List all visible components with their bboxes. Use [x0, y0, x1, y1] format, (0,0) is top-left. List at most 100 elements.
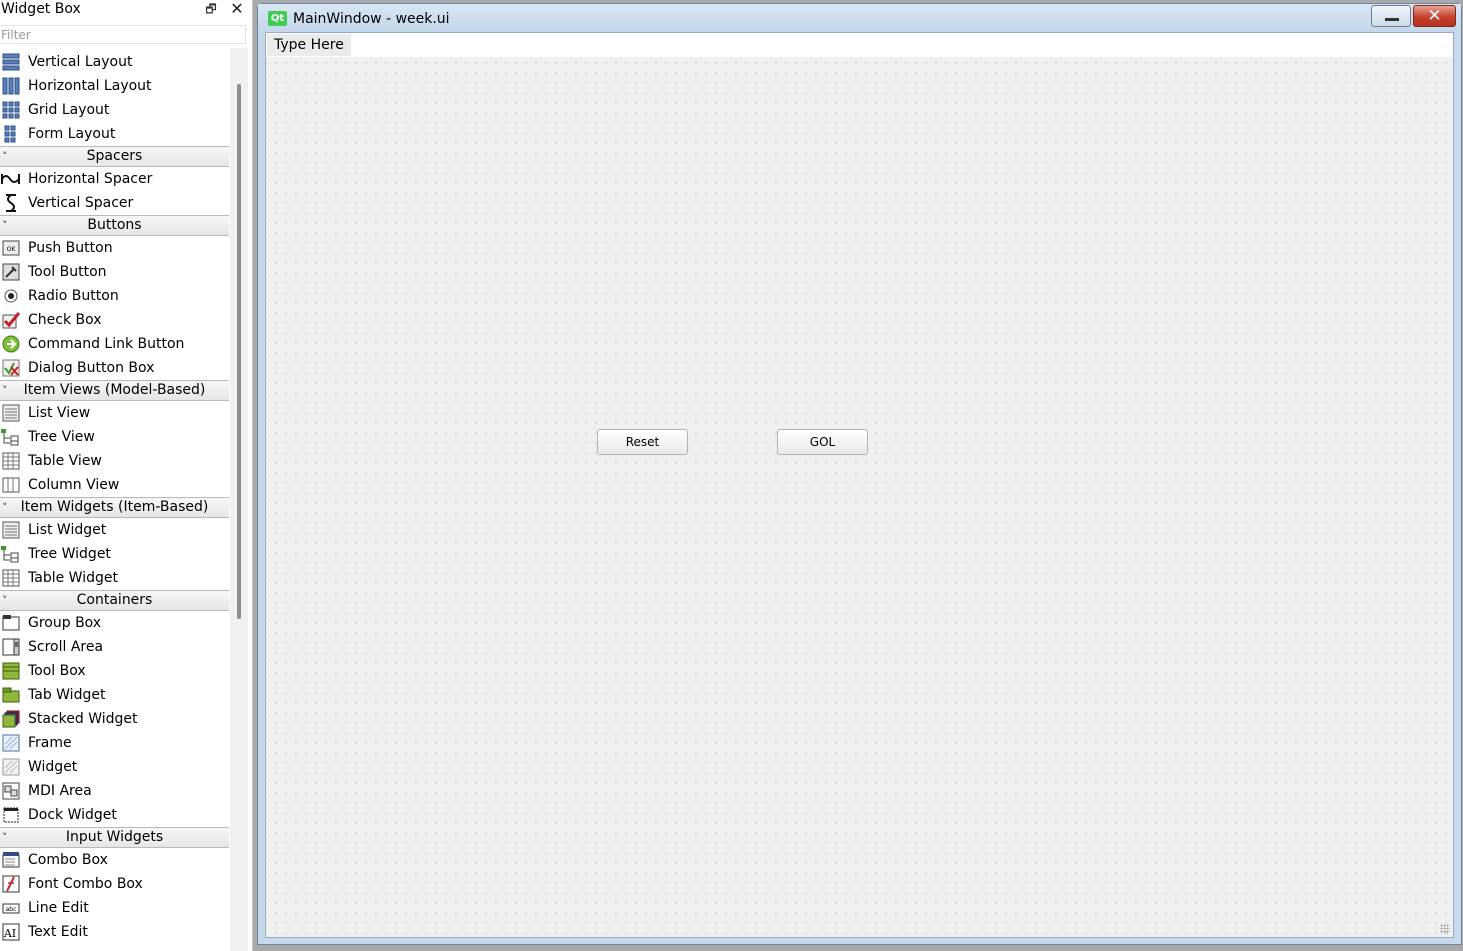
widget-item[interactable]: Radio Button	[0, 284, 229, 308]
form-canvas[interactable]: Type Here Reset GOL	[265, 32, 1454, 938]
widget-item[interactable]: MDI Area	[0, 779, 229, 803]
widget-item-label: Tree View	[28, 429, 95, 445]
widget-item[interactable]: Stacked Widget	[0, 707, 229, 731]
widget-item[interactable]: AI Text Edit	[0, 920, 229, 944]
widget-item[interactable]: OK Push Button	[0, 236, 229, 260]
widget-item[interactable]: Horizontal Spacer	[0, 167, 229, 191]
table-view-icon	[1, 452, 20, 470]
widget-item[interactable]: Table Widget	[0, 566, 229, 590]
combo-box-icon	[1, 851, 20, 869]
category-header[interactable]: ˅ Item Views (Model-Based)	[0, 380, 229, 401]
widget-item[interactable]: Horizontal Layout	[0, 74, 229, 98]
widget-item[interactable]: Dialog Button Box	[0, 356, 229, 380]
widget-item-label: Widget	[28, 759, 78, 775]
category-label: Spacers	[86, 148, 143, 164]
widget-item[interactable]: Dock Widget	[0, 803, 229, 827]
category-header[interactable]: ˅ Input Widgets	[0, 827, 229, 848]
tool-box-icon	[1, 662, 20, 680]
widget-item[interactable]: Group Box	[0, 611, 229, 635]
widget-item[interactable]: Column View	[0, 473, 229, 497]
tab-widget-icon	[1, 686, 20, 704]
widget-item[interactable]: Vertical Spacer	[0, 191, 229, 215]
gol-button[interactable]: GOL	[777, 429, 868, 455]
filter-input[interactable]	[0, 25, 246, 44]
widget-item-label: Tree Widget	[28, 546, 111, 562]
widget-item-label: Push Button	[28, 240, 113, 256]
category-label: Item Views (Model-Based)	[23, 382, 206, 398]
horizontal-layout-icon	[1, 77, 20, 95]
tree-widget-icon	[1, 545, 20, 563]
widget-list: Vertical Layout Horizontal Layout Grid Lay…	[0, 50, 229, 944]
widget-item[interactable]: Table View	[0, 449, 229, 473]
widget-item[interactable]: Frame	[0, 731, 229, 755]
minimize-button[interactable]	[1371, 5, 1411, 27]
scroll-area-icon	[1, 638, 20, 656]
widget-item-label: Tool Box	[28, 663, 86, 679]
line-edit-icon: abc	[1, 899, 20, 917]
widget-item[interactable]: Grid Layout	[0, 98, 229, 122]
text-edit-icon: AI	[1, 923, 20, 941]
widget-item-label: Check Box	[28, 312, 102, 328]
menubar-type-here[interactable]: Type Here	[267, 34, 351, 56]
dock-widget-icon	[1, 806, 20, 824]
widget-item[interactable]: Tool Box	[0, 659, 229, 683]
window-close-button[interactable]: ✕	[1413, 5, 1456, 27]
widget-item[interactable]: Check Box	[0, 308, 229, 332]
category-label: Item Widgets (Item-Based)	[20, 499, 209, 515]
widget-item[interactable]: Font Combo Box	[0, 872, 229, 896]
widget-item-label: Line Edit	[28, 900, 89, 916]
widget-item-label: Radio Button	[28, 288, 119, 304]
widget-item-label: Vertical Spacer	[28, 195, 134, 211]
widget-item-label: List View	[28, 405, 91, 421]
float-icon[interactable]: 🗗	[203, 1, 219, 17]
widget-item[interactable]: Form Layout	[0, 122, 229, 146]
category-label: Input Widgets	[65, 829, 164, 845]
category-header[interactable]: ˅ Item Widgets (Item-Based)	[0, 497, 229, 518]
reset-button[interactable]: Reset	[597, 429, 688, 455]
category-header[interactable]: ˅ Spacers	[0, 146, 229, 167]
close-icon[interactable]: ✕	[228, 0, 246, 18]
horizontal-spacer-icon	[1, 170, 20, 188]
widget-item[interactable]: Tab Widget	[0, 683, 229, 707]
widget-item-label: Tab Widget	[28, 687, 106, 703]
tool-button-icon	[1, 263, 20, 281]
widget-item-label: Table Widget	[28, 570, 118, 586]
widget-item-label: Grid Layout	[28, 102, 110, 118]
list-view-icon	[1, 404, 20, 422]
widget-item-label: Scroll Area	[28, 639, 104, 655]
widget-item-label: Font Combo Box	[28, 876, 143, 892]
widget-item[interactable]: List View	[0, 401, 229, 425]
widget-item[interactable]: Widget	[0, 755, 229, 779]
widget-item-label: Command Link Button	[28, 336, 185, 352]
widget-item-label: Dock Widget	[28, 807, 117, 823]
size-grip-icon[interactable]	[1440, 924, 1450, 934]
widget-item[interactable]: List Widget	[0, 518, 229, 542]
widget-item[interactable]: Vertical Layout	[0, 50, 229, 74]
category-header[interactable]: ˅ Buttons	[0, 215, 229, 236]
mdi-area-icon	[1, 782, 20, 800]
widget-item-label: Dialog Button Box	[28, 360, 155, 376]
widget-item[interactable]: Tree View	[0, 425, 229, 449]
widget-item[interactable]: Tree Widget	[0, 542, 229, 566]
tree-view-icon	[1, 428, 20, 446]
widget-item-label: Frame	[28, 735, 72, 751]
widget-icon	[1, 758, 20, 776]
font-combo-box-icon	[1, 875, 20, 893]
widget-item-label: Column View	[28, 477, 120, 493]
menubar: Type Here	[266, 33, 1453, 57]
push-button-icon: OK	[1, 239, 20, 257]
widget-item-label: Horizontal Layout	[28, 78, 152, 94]
vertical-spacer-icon	[1, 194, 20, 212]
widget-item[interactable]: Command Link Button	[0, 332, 229, 356]
form-titlebar[interactable]: Qt MainWindow - week.ui ✕	[258, 4, 1461, 32]
category-header[interactable]: ˅ Containers	[0, 590, 229, 611]
form-window: Qt MainWindow - week.ui ✕ Type Here Rese…	[257, 3, 1462, 945]
scrollbar-thumb[interactable]	[237, 84, 241, 619]
form-layout-icon	[1, 125, 20, 143]
svg-text:abc: abc	[5, 906, 16, 913]
widget-item[interactable]: Scroll Area	[0, 635, 229, 659]
widget-item[interactable]: Tool Button	[0, 260, 229, 284]
widget-item[interactable]: Combo Box	[0, 848, 229, 872]
widget-item-label: Text Edit	[28, 924, 88, 940]
widget-item[interactable]: abc Line Edit	[0, 896, 229, 920]
